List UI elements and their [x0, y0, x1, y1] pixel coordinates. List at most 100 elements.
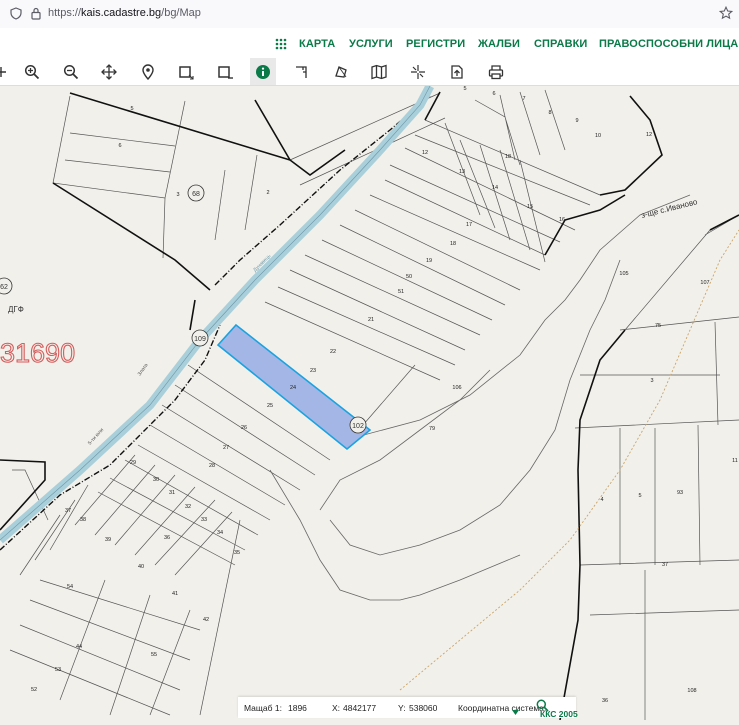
- nav-registers[interactable]: РЕГИСТРИ: [406, 38, 465, 50]
- parcel-number: 10: [595, 133, 601, 139]
- parcel-number: 37: [65, 508, 71, 514]
- parcel-number: 26: [241, 425, 247, 431]
- parcel-number: 40: [138, 564, 144, 570]
- parcel-number: 41: [172, 591, 178, 597]
- parcel-number: 5: [463, 86, 466, 92]
- url-field[interactable]: https://kais.cadastre.bg/bg/Map: [48, 7, 201, 19]
- svg-text:62: 62: [0, 284, 8, 291]
- nav-complaints[interactable]: ЖАЛБИ: [478, 38, 520, 50]
- parcel-number: 16: [559, 217, 565, 223]
- nav-map[interactable]: КАРТА: [299, 38, 335, 50]
- parcel-number: 44: [76, 644, 82, 650]
- parcel-number: 50: [406, 274, 412, 280]
- parcel-number: 93: [677, 490, 683, 496]
- measure-area-icon[interactable]: [328, 58, 354, 85]
- svg-text:102: 102: [352, 423, 364, 430]
- nav-services[interactable]: УСЛУГИ: [349, 38, 393, 50]
- svg-text:68: 68: [192, 191, 200, 198]
- pan-icon[interactable]: [96, 58, 122, 85]
- parcel-number: 24: [290, 385, 296, 391]
- parcel-number: 38: [80, 517, 86, 523]
- parcel-number: 19: [426, 258, 432, 264]
- print-icon[interactable]: [483, 58, 509, 85]
- parcel-number: 54: [67, 584, 73, 590]
- cadastral-map[interactable]: 31690 ДГФ з-ще с.Иваново Дунавець Злата …: [0, 83, 739, 721]
- parcel-number: 25: [267, 403, 273, 409]
- parcel-number: 14: [492, 185, 498, 191]
- lock-icon[interactable]: [31, 7, 41, 25]
- parcel-number: 12: [422, 150, 428, 156]
- parcel-number: 31: [169, 490, 175, 496]
- parcel-number: 36: [164, 535, 170, 541]
- url-path: /bg/Map: [161, 7, 201, 19]
- nav-licensed-persons[interactable]: ПРАВОСПОСОБНИ ЛИЦА: [599, 38, 738, 50]
- coordinates-icon[interactable]: [405, 58, 431, 85]
- parcel-number: 17: [466, 222, 472, 228]
- parcel-number: 79: [429, 426, 435, 432]
- plot-badge: 109: [191, 329, 209, 347]
- select-icon[interactable]: [0, 58, 14, 85]
- crs-label: Координатна система:: [458, 703, 547, 713]
- parcel-number: 12: [646, 132, 652, 138]
- top-navigation: КАРТА УСЛУГИ РЕГИСТРИ ЖАЛБИ СПРАВКИ ПРАВ…: [0, 28, 739, 58]
- map-toolbar: [0, 58, 739, 86]
- parcel-number: 18: [505, 154, 511, 160]
- url-host: kais.cadastre.bg: [81, 7, 162, 19]
- parcel-number: 21: [368, 317, 374, 323]
- parcel-number: 13: [459, 169, 465, 175]
- parcel-number: 15: [527, 204, 533, 210]
- parcel-number: 27: [223, 445, 229, 451]
- parcel-number: 5: [130, 106, 133, 112]
- parcel-number: 53: [55, 667, 61, 673]
- parcel-number: 30: [153, 477, 159, 483]
- measure-distance-icon[interactable]: [289, 58, 315, 85]
- land-label: 31690: [0, 338, 75, 368]
- parcel-number: 6: [492, 91, 495, 97]
- parcel-number: 5: [638, 493, 641, 499]
- parcel-number: 51: [398, 289, 404, 295]
- scale-label: Мащаб 1:: [244, 703, 282, 713]
- layers-map-icon[interactable]: [366, 58, 392, 85]
- parcel-number: 18: [450, 241, 456, 247]
- parcel-number: 28: [209, 463, 215, 469]
- apps-grid-icon[interactable]: [275, 37, 287, 55]
- zoom-in-icon[interactable]: [19, 58, 45, 85]
- upload-icon[interactable]: [444, 58, 470, 85]
- parcel-number: 32: [185, 504, 191, 510]
- parcel-number: 106: [452, 385, 461, 391]
- y-value: 538060: [409, 703, 438, 713]
- parcel-number: 37: [662, 562, 668, 568]
- parcel-number: 108: [687, 688, 696, 694]
- select-rectangle-icon[interactable]: [173, 58, 199, 85]
- parcel-number: 11: [732, 458, 738, 464]
- parcel-number: 107: [700, 280, 709, 286]
- plot-badge: 62: [0, 277, 13, 295]
- parcel-number: 6: [118, 143, 121, 149]
- plot-badge: 68: [187, 184, 205, 202]
- bookmark-star-icon[interactable]: [718, 5, 734, 25]
- dgf-label: ДГФ: [8, 305, 24, 314]
- parcel-number: 105: [619, 271, 628, 277]
- svg-text:109: 109: [194, 336, 206, 343]
- parcel-number: 23: [310, 368, 316, 374]
- parcel-number: 35: [234, 550, 240, 556]
- browser-address-bar: https://kais.cadastre.bg/bg/Map: [0, 0, 739, 29]
- plot-badge: 102: [349, 416, 367, 434]
- shield-icon[interactable]: [10, 7, 22, 25]
- parcel-number: 36: [602, 698, 608, 704]
- parcel-number: 7: [522, 96, 525, 102]
- search-icon[interactable]: [536, 699, 549, 717]
- crs-dropdown-icon[interactable]: [512, 703, 519, 721]
- location-pin-icon[interactable]: [135, 58, 161, 85]
- clear-selection-icon[interactable]: [212, 58, 238, 85]
- parcel-number: 9: [575, 118, 578, 124]
- info-icon[interactable]: [250, 58, 276, 85]
- zoom-out-icon[interactable]: [58, 58, 84, 85]
- parcel-number: 2: [266, 190, 269, 196]
- x-label: X:: [332, 703, 341, 713]
- parcel-number: 3: [176, 192, 179, 198]
- url-prefix: https://: [48, 7, 82, 19]
- nav-references[interactable]: СПРАВКИ: [534, 38, 587, 50]
- parcel-number: 75: [655, 323, 661, 329]
- parcel-number: 42: [203, 617, 209, 623]
